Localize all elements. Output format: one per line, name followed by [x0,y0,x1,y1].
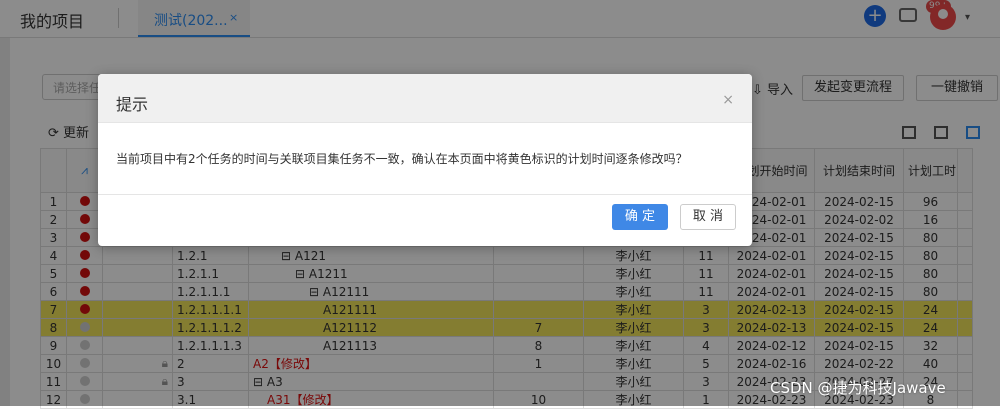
dialog-message: 当前项目中有2个任务的时间与关联项目集任务不一致，确认在本页面中将黄色标识的计划… [116,152,688,166]
close-icon[interactable]: × [722,92,734,108]
watermark: CSDN @捷为科技Jawave [770,379,946,397]
confirm-button[interactable]: 确 定 [612,204,668,230]
dialog-title: 提示 [116,95,149,114]
divider [98,194,752,195]
confirm-dialog: 提示 × 当前项目中有2个任务的时间与关联项目集任务不一致，确认在本页面中将黄色… [98,74,752,246]
dialog-header [98,74,752,123]
cancel-button[interactable]: 取 消 [680,204,736,230]
